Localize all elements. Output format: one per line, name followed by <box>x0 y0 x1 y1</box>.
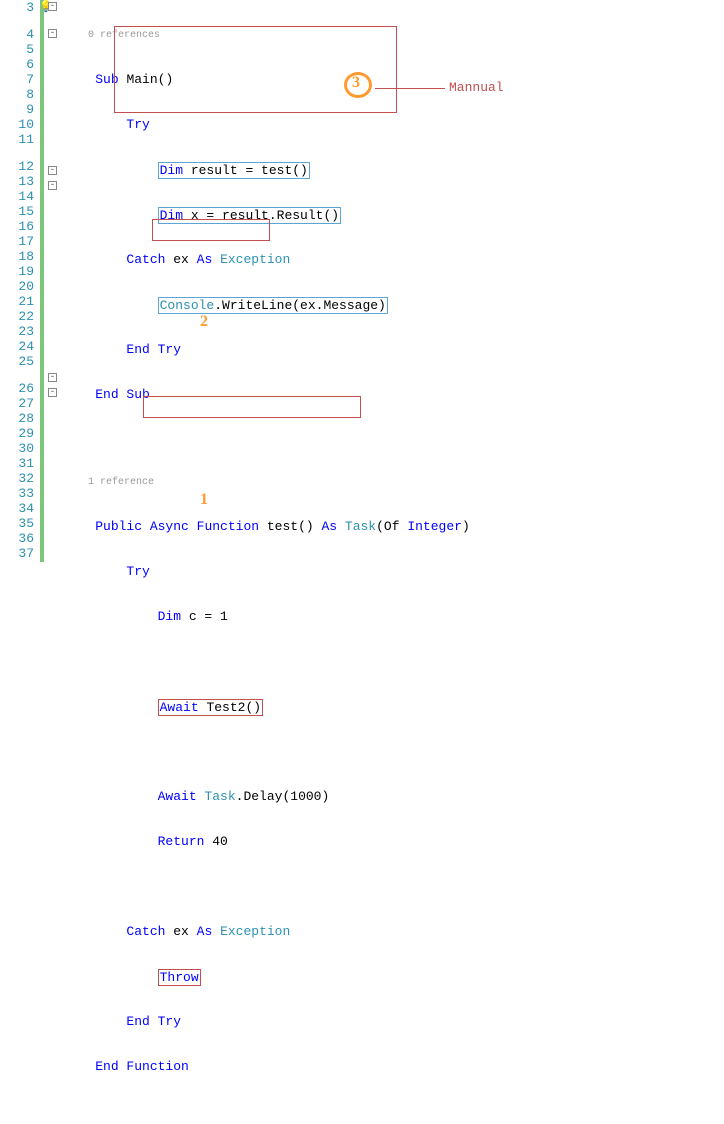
fold-toggle-icon[interactable]: - <box>48 2 57 11</box>
annotation-line <box>375 88 445 89</box>
fold-toggle-icon[interactable]: - <box>48 181 57 190</box>
annotation-number: 1 <box>200 491 208 509</box>
code-line[interactable]: Catch ex As Exception <box>64 924 724 939</box>
codelens-references[interactable]: 1 reference <box>64 477 724 489</box>
code-line[interactable]: Try <box>64 117 724 132</box>
code-line[interactable]: Dim result = test() <box>64 162 724 177</box>
code-line[interactable]: Public Async Function test() As Task(Of … <box>64 519 724 534</box>
code-line[interactable]: Catch ex As Exception <box>64 252 724 267</box>
line-number-gutter: 3 4 5 6 7 8 9 10 11 12 13 14 15 16 17 18… <box>0 0 40 562</box>
code-line[interactable] <box>64 744 724 759</box>
fold-column: - - - - - - <box>44 0 64 562</box>
code-line[interactable]: Await Test2() <box>64 699 724 714</box>
fold-toggle-icon[interactable]: - <box>48 373 57 382</box>
code-line[interactable] <box>64 1104 724 1119</box>
code-line[interactable]: End Sub <box>64 387 724 402</box>
code-line[interactable] <box>64 879 724 894</box>
code-area[interactable]: 0 references Sub Main() Try Dim result =… <box>64 0 724 562</box>
code-line[interactable]: Dim c = 1 <box>64 609 724 624</box>
code-line[interactable]: Try <box>64 564 724 579</box>
code-line[interactable]: Sub Main() <box>64 72 724 87</box>
code-line[interactable]: Return 40 <box>64 834 724 849</box>
code-line[interactable]: End Function <box>64 1059 724 1074</box>
code-line[interactable]: Throw <box>64 969 724 984</box>
code-line[interactable]: End Try <box>64 342 724 357</box>
codelens-references[interactable]: 0 references <box>64 30 724 42</box>
code-line[interactable] <box>64 654 724 669</box>
code-line[interactable]: Await Task.Delay(1000) <box>64 789 724 804</box>
code-line[interactable]: Console.WriteLine(ex.Message) <box>64 297 724 312</box>
code-line[interactable]: End Try <box>64 1014 724 1029</box>
code-editor[interactable]: 💡 3 4 5 6 7 8 9 10 11 12 13 14 15 16 17 … <box>0 0 724 562</box>
fold-toggle-icon[interactable]: - <box>48 388 57 397</box>
code-line[interactable] <box>64 432 724 447</box>
annotation-number: 2 <box>200 313 208 331</box>
code-line[interactable]: Dim x = result.Result() <box>64 207 724 222</box>
fold-toggle-icon[interactable]: - <box>48 166 57 175</box>
fold-toggle-icon[interactable]: - <box>48 29 57 38</box>
